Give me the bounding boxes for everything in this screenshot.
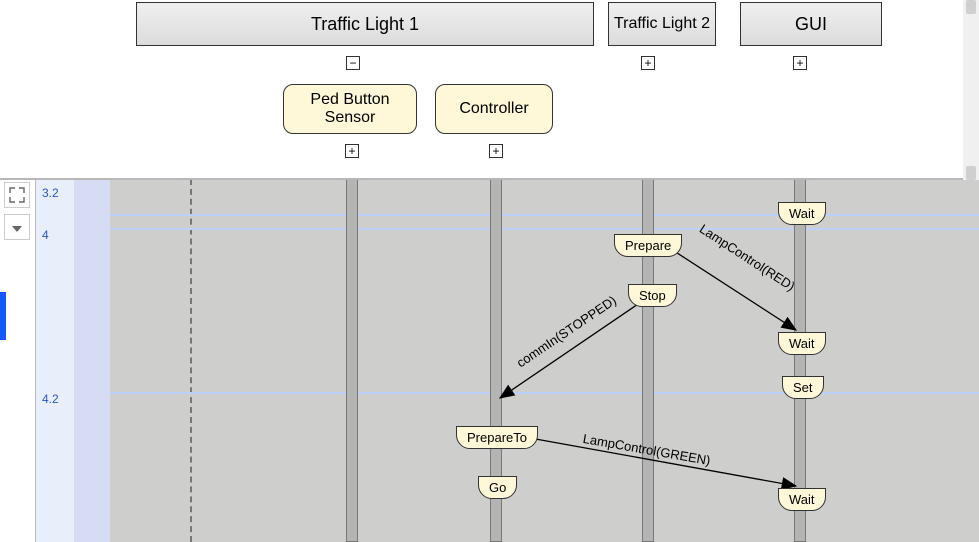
expand-icon-tl2[interactable]: + [641, 56, 655, 70]
fit-icon[interactable] [4, 182, 30, 208]
time-mark: 4 [42, 228, 49, 242]
actor-controller[interactable]: Controller [435, 84, 553, 134]
ruler-gutter [0, 180, 36, 542]
state-wait[interactable]: Wait [778, 332, 826, 355]
time-column-active [74, 180, 110, 542]
collapse-icon-tl1[interactable]: − [346, 56, 360, 70]
sync-line [110, 228, 979, 230]
actor-ped-button-sensor[interactable]: Ped Button Sensor [283, 84, 417, 134]
time-column[interactable]: 3.2 4 4.2 [36, 180, 110, 542]
sync-line [110, 392, 979, 394]
time-mark: 3.2 [42, 186, 59, 200]
state-prepare[interactable]: Prepare [614, 234, 682, 257]
expand-icon-gui[interactable]: + [793, 56, 807, 70]
lane-traffic-light-1[interactable]: Traffic Light 1 [136, 2, 594, 46]
state-wait[interactable]: Wait [778, 202, 826, 225]
expand-icon-ped[interactable]: + [345, 144, 359, 158]
lane-traffic-light-2[interactable]: Traffic Light 2 [608, 2, 716, 46]
lane-label: Traffic Light 2 [614, 15, 710, 33]
header-scrollbar[interactable] [963, 0, 979, 180]
state-stop[interactable]: Stop [628, 284, 677, 307]
state-go[interactable]: Go [478, 476, 517, 499]
expand-icon-controller[interactable]: + [489, 144, 503, 158]
ruler-cursor[interactable] [0, 292, 6, 340]
actor-label: Ped Button Sensor [290, 91, 410, 127]
activation-ped [346, 150, 358, 542]
scroll-top-icon[interactable] [4, 214, 30, 240]
lane-label: GUI [795, 14, 827, 35]
sync-line [110, 214, 979, 216]
state-set[interactable]: Set [782, 376, 824, 399]
header-pane: Traffic Light 1 − Traffic Light 2 + GUI … [0, 0, 979, 180]
state-prepare-to[interactable]: PrepareTo [456, 426, 538, 449]
actor-label: Controller [459, 100, 528, 118]
lane-gui[interactable]: GUI [740, 2, 882, 46]
time-mark: 4.2 [42, 392, 59, 406]
state-wait[interactable]: Wait [778, 488, 826, 511]
lane-label: Traffic Light 1 [311, 14, 419, 35]
